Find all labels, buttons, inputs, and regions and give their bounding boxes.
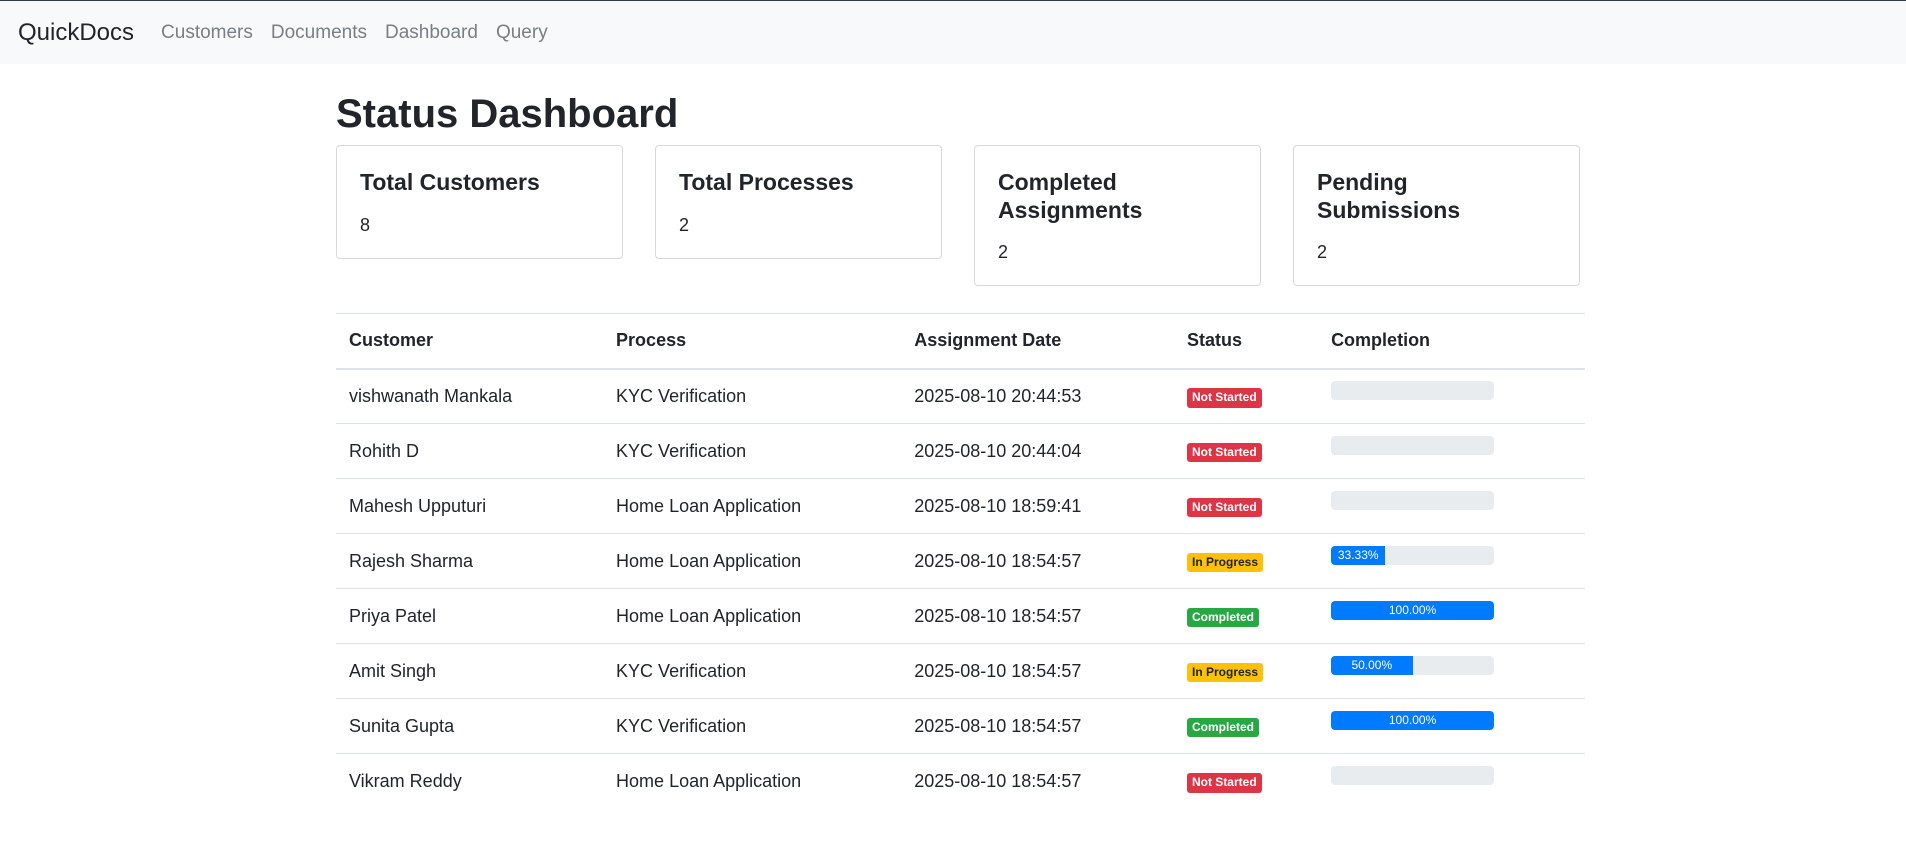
cell-date: 2025-08-10 18:59:41 (901, 478, 1174, 535)
table-row: vishwanath Mankala KYC Verification 2025-0… (336, 368, 1585, 425)
cell-date: 2025-08-10 20:44:53 (901, 368, 1174, 425)
brand-link[interactable]: QuickDocs (18, 19, 134, 47)
cell-customer: Rohith D (336, 423, 604, 480)
cell-status: Not Started (1173, 368, 1319, 425)
col-completion-header: Completion (1318, 313, 1585, 370)
cell-date: 2025-08-10 18:54:57 (901, 588, 1174, 645)
col-status-header: Status (1173, 313, 1319, 370)
progress-track: 100.00% (1331, 600, 1495, 620)
nav-link-query[interactable]: Query (496, 22, 548, 44)
cell-date: 2025-08-10 18:54:57 (901, 698, 1174, 755)
card-title: Total Processes (679, 169, 854, 195)
cell-date: 2025-08-10 18:54:57 (914, 770, 1082, 791)
table-row: Priya Patel Home Loan Application 2025-08-… (336, 588, 1585, 645)
cell-customer: Mahesh Upputuri (336, 478, 604, 535)
nav-link-documents[interactable]: Documents (271, 22, 367, 44)
cell-status: In Progress (1173, 533, 1319, 590)
nav-link-customers[interactable]: Customers (161, 22, 253, 44)
progress-fill: 100.00% (1331, 600, 1495, 620)
cell-process: KYC Verification (603, 643, 902, 700)
table-row: Sunita Gupta KYC Verification 2025-08-10 1… (336, 698, 1585, 755)
nav-link-dashboard[interactable]: Dashboard (385, 22, 478, 44)
progress-track: 100.00% (1331, 710, 1495, 730)
card-title: Pending Submissions (1317, 169, 1461, 223)
cell-completion (1318, 478, 1585, 535)
table-header-row: Customer Process Assignment Date Status … (336, 313, 1585, 370)
card-title: Total Customers (360, 169, 540, 195)
card-total-customers: Total Customers 8 (336, 145, 623, 259)
cell-date: 2025-08-10 20:44:04 (901, 423, 1174, 480)
cell-customer: vishwanath Mankala (336, 368, 604, 425)
progress-fill: 100.00% (1331, 710, 1495, 730)
card-title: Completed Assignments (998, 169, 1143, 223)
cell-process: Home Loan Application (603, 588, 902, 645)
status-badge: Not Started (1186, 498, 1262, 518)
cell-status: Completed (1173, 588, 1319, 645)
cell-process: Home Loan Application (603, 478, 902, 535)
card-value: 2 (1317, 242, 1328, 263)
assignments-table: Customer Process Assignment Date Status … (336, 313, 1585, 809)
progress-track (1331, 490, 1495, 510)
cell-customer: Rajesh Sharma (336, 533, 604, 590)
card-value: 8 (360, 214, 371, 235)
cell-date: 2025-08-10 18:54:57 (901, 533, 1174, 590)
card-value: 2 (679, 214, 690, 235)
table-body: vishwanath Mankala KYC Verification 2025-0… (336, 368, 1585, 809)
cell-process: Home Loan Application (603, 533, 902, 590)
cell-status: Not Started (1174, 754, 1318, 809)
navbar: QuickDocs Customers Documents Dashboard … (0, 0, 1906, 64)
cell-status: In Progress (1173, 643, 1319, 700)
status-badge: Not Started (1186, 773, 1262, 793)
status-badge: In Progress (1186, 553, 1264, 573)
card-completed-assignments: Completed Assignments 2 (974, 145, 1261, 287)
table-row: Amit Singh KYC Verification 2025-08-10 18:… (336, 643, 1585, 700)
cell-customer: Priya Patel (336, 588, 604, 645)
cell-customer: Amit Singh (336, 643, 604, 700)
progress-track: 50.00% (1331, 655, 1495, 675)
cell-customer: Vikram Reddy (349, 770, 462, 791)
cell-completion: 33.33% (1318, 533, 1585, 590)
cell-completion: 100.00% (1318, 588, 1585, 645)
table-row: Rajesh Sharma Home Loan Application 2025-0… (336, 533, 1585, 590)
progress-track (1331, 765, 1495, 785)
status-badge: Not Started (1186, 388, 1262, 408)
summary-cards: Total Customers 8 Total Processes 2 Comp… (336, 145, 1585, 287)
cell-status: Not Started (1173, 423, 1319, 480)
cell-process: KYC Verification (603, 423, 902, 480)
table-row: Mahesh Upputuri Home Loan Application 2025… (336, 478, 1585, 535)
status-badge: Completed (1186, 608, 1259, 628)
cell-status: Not Started (1173, 478, 1319, 535)
page-title: Status Dashboard (336, 92, 679, 136)
progress-track (1331, 380, 1495, 400)
status-badge: Completed (1186, 718, 1259, 738)
status-badge: Not Started (1186, 443, 1262, 463)
cell-completion: 50.00% (1318, 643, 1585, 700)
progress-track: 33.33% (1331, 545, 1495, 565)
cell-customer: Sunita Gupta (336, 698, 604, 755)
cell-completion: 100.00% (1318, 698, 1585, 755)
table-row: Rohith D KYC Verification 2025-08-10 20:44… (336, 423, 1585, 480)
cell-date: 2025-08-10 18:54:57 (901, 643, 1174, 700)
cell-completion (1318, 368, 1585, 425)
cell-completion (1318, 423, 1585, 480)
main-content: Status Dashboard Total Customers 8 Total… (336, 64, 1585, 809)
col-date-header: Assignment Date (901, 313, 1174, 370)
progress-track (1331, 435, 1495, 455)
status-badge: In Progress (1186, 663, 1264, 683)
cell-process: KYC Verification (603, 368, 902, 425)
col-process-header: Process (603, 313, 902, 370)
cell-status: Completed (1173, 698, 1319, 755)
card-pending-submissions: Pending Submissions 2 (1293, 145, 1580, 287)
cell-process: KYC Verification (603, 698, 902, 755)
cell-completion (1318, 754, 1585, 809)
progress-fill: 33.33% (1331, 545, 1386, 565)
card-value: 2 (998, 242, 1009, 263)
table-row: Vikram Reddy Home Loan Application 2025-08… (336, 754, 1585, 809)
cell-process: Home Loan Application (616, 770, 802, 791)
card-total-processes: Total Processes 2 (655, 145, 942, 259)
col-customer-header: Customer (336, 313, 604, 370)
progress-fill: 50.00% (1331, 655, 1413, 675)
